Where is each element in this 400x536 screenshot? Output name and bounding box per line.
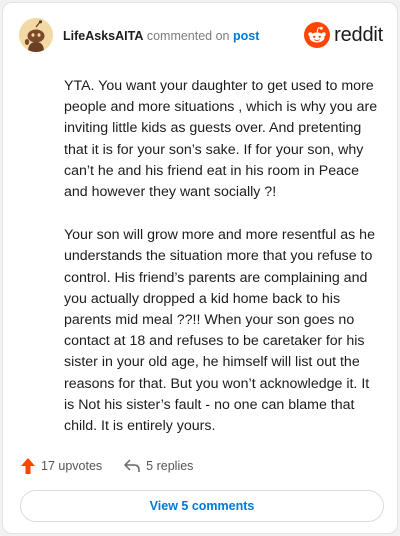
user-avatar[interactable]: [19, 18, 53, 52]
post-link[interactable]: post: [233, 29, 259, 43]
upvote-count: 17 upvotes: [41, 459, 103, 473]
comment-body: YTA. You want your daughter to get used …: [64, 76, 382, 459]
reply-arrow-icon: [124, 459, 140, 472]
reddit-logo[interactable]: reddit: [304, 22, 383, 48]
comment-paragraph: Your son will grow more and more resentf…: [64, 227, 375, 435]
comment-header: LifeAsksAITA commented on post reddit: [19, 18, 383, 54]
snoo-avatar-icon: [19, 18, 53, 52]
reddit-alien-icon: [304, 22, 331, 48]
upvote-arrow-icon: [21, 458, 35, 474]
upvote-button[interactable]: 17 upvotes: [21, 458, 102, 474]
comment-actions: 17 upvotes 5 replies: [21, 456, 215, 476]
username[interactable]: LifeAsksAITA: [63, 29, 143, 43]
reply-count: 5 replies: [146, 459, 194, 473]
comment-byline: LifeAsksAITA commented on post: [63, 29, 259, 43]
comment-paragraph: YTA. You want your daughter to get used …: [64, 78, 378, 201]
comment-card: LifeAsksAITA commented on post reddit YT…: [2, 2, 398, 534]
replies-button[interactable]: 5 replies: [124, 459, 193, 473]
view-comments-button[interactable]: View 5 comments: [20, 490, 384, 522]
brand-name: reddit: [334, 23, 383, 46]
action-text: commented on: [146, 29, 230, 43]
